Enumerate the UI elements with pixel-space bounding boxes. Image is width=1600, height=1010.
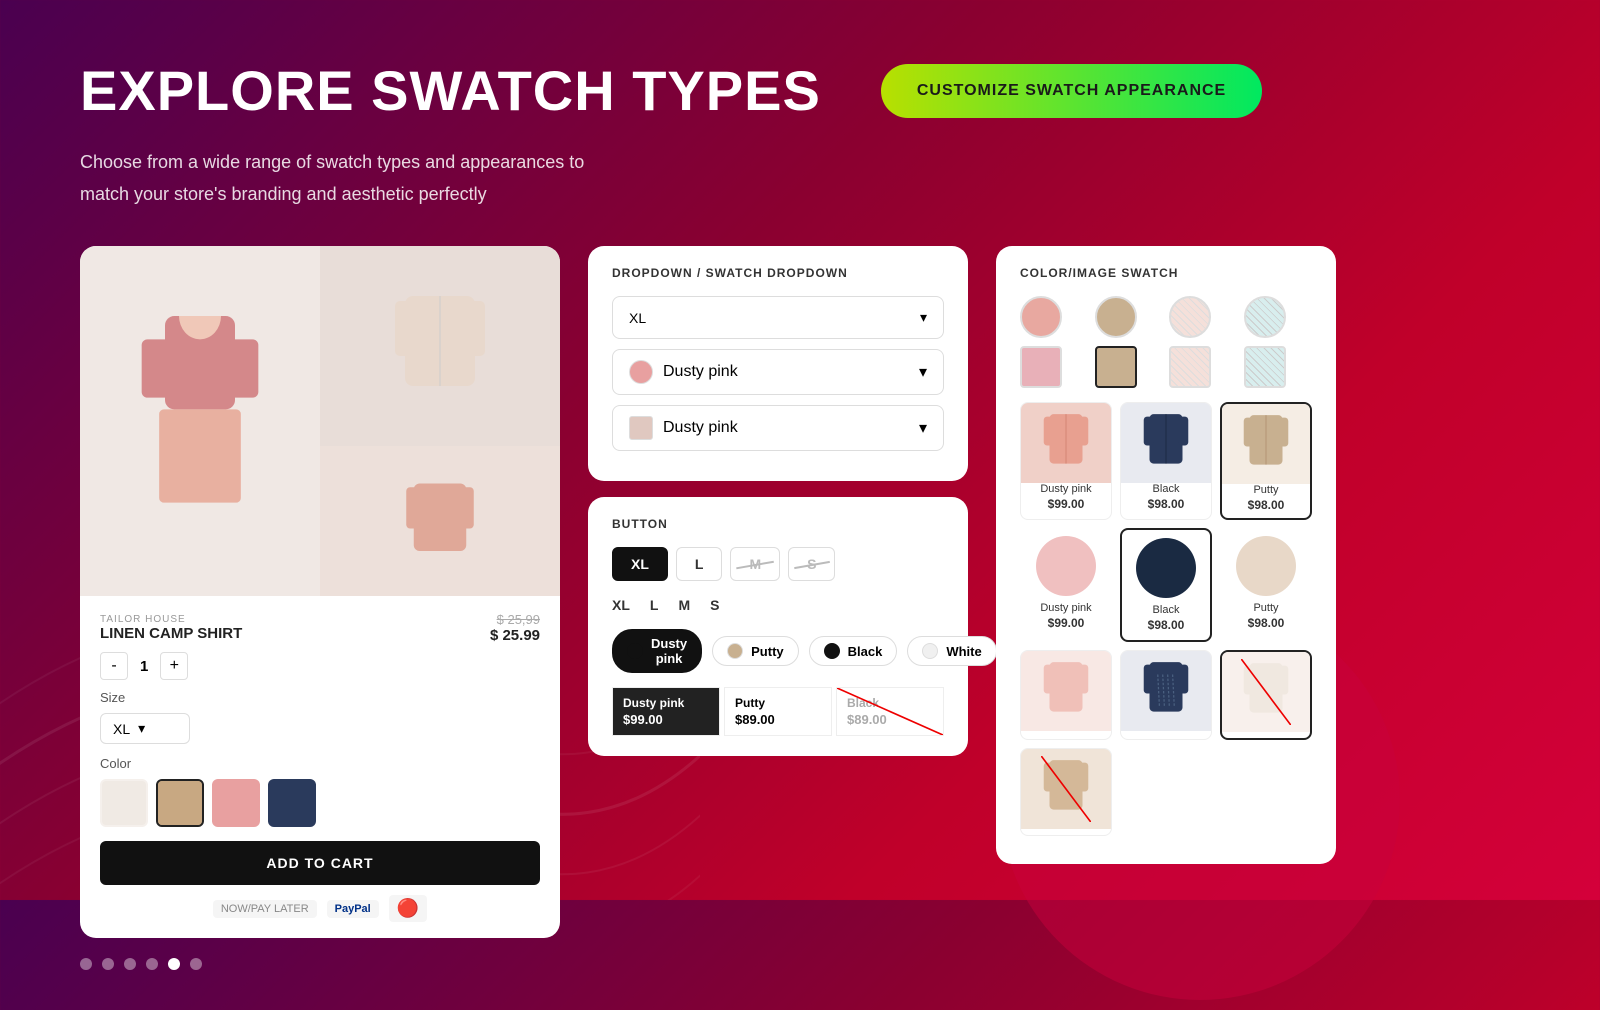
swatch-navy[interactable] (268, 779, 316, 827)
carousel-dots (80, 958, 560, 970)
size-text-group: XL L M S (612, 593, 944, 617)
swatch-circle-beige[interactable] (1095, 296, 1137, 338)
color-price-black[interactable]: Black $89.00 (836, 687, 944, 736)
payment-paypal: PayPal (327, 900, 379, 918)
carousel-dot-5[interactable] (168, 958, 180, 970)
carousel-dot-1[interactable] (80, 958, 92, 970)
color-chip-group: Dusty pink Putty Black White (612, 629, 944, 673)
button-panel: BUTTON XL L M S XL L M S (588, 497, 968, 756)
size-btn-m[interactable]: M (730, 547, 780, 581)
dropdown-panel-title: DROPDOWN / SWATCH DROPDOWN (612, 266, 944, 280)
product-thumb-row3 (1020, 650, 1312, 836)
size-btn-l[interactable]: L (676, 547, 723, 581)
product-thumb-1[interactable] (320, 246, 560, 446)
color-chip-putty[interactable]: Putty (712, 636, 799, 666)
color-dropdown-1[interactable]: Dusty pink ▾ (612, 349, 944, 395)
payment-mastercard: 🔴 (389, 895, 427, 922)
qty-minus-button[interactable]: - (100, 652, 128, 680)
product-thumb-2[interactable] (320, 446, 560, 596)
color-label: Color (100, 756, 540, 771)
swatch-sq-striped2[interactable] (1244, 346, 1286, 388)
color-chip-white[interactable]: White (907, 636, 996, 666)
top-swatch-circles (1020, 296, 1312, 338)
product-thumb-row1: Dusty pink $99.00 Black $98.00 (1020, 402, 1312, 520)
swatch-pink[interactable] (212, 779, 260, 827)
top-swatch-squares (1020, 346, 1312, 388)
color-price-dustypink[interactable]: Dusty pink $99.00 (612, 687, 720, 736)
thumb-lt-pink[interactable] (1020, 650, 1112, 740)
price-old: $ 25,99 (490, 612, 540, 627)
circle-swatch-black[interactable]: Black $98.00 (1120, 528, 1212, 642)
size-btn-xl[interactable]: XL (612, 547, 668, 581)
size-btn-s[interactable]: S (788, 547, 835, 581)
swatch-circle-pink[interactable] (1020, 296, 1062, 338)
thumb-black-shirt[interactable]: Black $98.00 (1120, 402, 1212, 520)
size-text-l[interactable]: L (650, 593, 659, 617)
customize-button[interactable]: CUSTOMIZE SWATCH APPEARANCE (881, 64, 1262, 118)
payment-nowpaylater: NOW/PAY LATER (213, 900, 317, 918)
size-dropdown[interactable]: XL ▾ (100, 713, 190, 744)
size-text-xl[interactable]: XL (612, 593, 630, 617)
subtitle: Choose from a wide range of swatch types… (80, 146, 640, 211)
chip-dot-putty (727, 643, 743, 659)
page-title: EXPLORE SWATCH TYPES (80, 60, 821, 122)
size-dropdown-xl[interactable]: XL ▾ (612, 296, 944, 339)
size-button-group: XL L M S (612, 547, 944, 581)
chip-dot-white (922, 643, 938, 659)
carousel-dot-2[interactable] (102, 958, 114, 970)
dropdown-swatch-circle (629, 360, 653, 384)
swatch-sq-beige-active[interactable] (1095, 346, 1137, 388)
color-dropdown-2[interactable]: Dusty pink ▾ (612, 405, 944, 451)
shop-name: TAILOR HOUSE (100, 614, 242, 625)
circle-swatch-dustypink[interactable]: Dusty pink $99.00 (1020, 528, 1112, 642)
swatch-circle-striped2[interactable] (1244, 296, 1286, 338)
payment-methods: NOW/PAY LATER PayPal 🔴 (100, 895, 540, 922)
color-chip-dustypink[interactable]: Dusty pink (612, 629, 702, 673)
price-new: $ 25.99 (490, 627, 540, 644)
carousel-dot-6[interactable] (190, 958, 202, 970)
color-price-grid: Dusty pink $99.00 Putty $89.00 Black $89… (612, 687, 944, 736)
product-name: LINEN CAMP SHIRT (100, 625, 242, 642)
carousel-dot-3[interactable] (124, 958, 136, 970)
color-circle-row: Dusty pink $99.00 Black $98.00 Putty $98… (1020, 528, 1312, 642)
qty-plus-button[interactable]: + (160, 652, 188, 680)
qty-value: 1 (140, 658, 148, 675)
chip-dot-dustypink (627, 643, 643, 659)
thumb-white-striked[interactable] (1220, 650, 1312, 740)
size-text-s[interactable]: S (710, 593, 719, 617)
color-image-panel-title: COLOR/IMAGE SWATCH (1020, 266, 1312, 280)
color-image-panel: COLOR/IMAGE SWATCH (996, 246, 1336, 864)
add-to-cart-button[interactable]: ADD TO CART (100, 841, 540, 885)
button-panel-title: BUTTON (612, 517, 944, 531)
color-swatch-group (100, 779, 540, 827)
carousel-dot-4[interactable] (146, 958, 158, 970)
swatch-sq-striped1[interactable] (1169, 346, 1211, 388)
size-text-m[interactable]: M (678, 593, 690, 617)
swatch-beige[interactable] (156, 779, 204, 827)
size-label: Size (100, 690, 540, 705)
circle-swatch-putty[interactable]: Putty $98.00 (1220, 528, 1312, 642)
swatch-white[interactable] (100, 779, 148, 827)
color-chip-black[interactable]: Black (809, 636, 898, 666)
thumb-dark-navy[interactable] (1120, 650, 1212, 740)
dropdown-swatch-square (629, 416, 653, 440)
color-price-putty[interactable]: Putty $89.00 (724, 687, 832, 736)
thumb-dustypink[interactable]: Dusty pink $99.00 (1020, 402, 1112, 520)
swatch-sq-pink[interactable] (1020, 346, 1062, 388)
dropdown-panel: DROPDOWN / SWATCH DROPDOWN XL ▾ Dusty pi… (588, 246, 968, 481)
swatch-circle-striped1[interactable] (1169, 296, 1211, 338)
thumb-putty[interactable]: Putty $98.00 (1220, 402, 1312, 520)
thumb-beige-striked[interactable] (1020, 748, 1112, 836)
product-main-image (80, 246, 320, 596)
product-card: TAILOR HOUSE LINEN CAMP SHIRT $ 25,99 $ … (80, 246, 560, 970)
chip-dot-black (824, 643, 840, 659)
